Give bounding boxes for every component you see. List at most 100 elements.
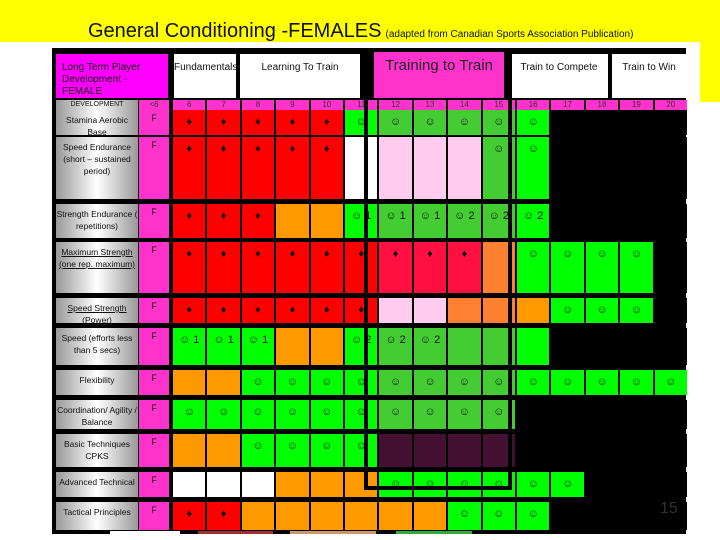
stage-header-4: Train to Compete: [510, 54, 608, 98]
grid-cell: ♦: [310, 110, 343, 135]
row-marker-f: F: [139, 242, 169, 293]
grid-cell: [585, 400, 619, 429]
grid-cell: ☺ 1: [379, 204, 412, 238]
grid-cell: [585, 204, 619, 238]
grid-cell: ♦: [276, 298, 309, 323]
row-marker-f: F: [139, 434, 169, 467]
smiley-icon: ☺: [596, 248, 608, 260]
grid-cell: [379, 298, 412, 323]
grid-cell: [620, 137, 653, 199]
grid-cell: ☺: [345, 434, 378, 467]
grid-cell: [448, 328, 481, 365]
grid-cell: ♦: [207, 137, 240, 199]
diamond-icon: ♦: [220, 508, 227, 520]
grid-cell: ☺: [517, 502, 550, 530]
smiley-icon: ☺: [493, 376, 505, 388]
smiley-icon: ☺ 2: [488, 210, 509, 222]
grid-cell: ☺: [620, 298, 653, 323]
grid-cell: ☺: [448, 110, 481, 135]
grid-cell: ☺: [310, 400, 343, 429]
row-marker-f: F: [139, 137, 169, 199]
smiley-icon: ☺: [355, 440, 367, 452]
row-label: Strength Endurance ( repetitions): [56, 204, 138, 238]
smiley-icon: ☺: [424, 116, 436, 128]
smiley-icon: ☺: [493, 116, 505, 128]
grid-cell: ☺ 1: [413, 204, 447, 238]
grid-cell: [551, 400, 584, 429]
grid-cell: ☺ 2: [517, 204, 550, 238]
diamond-icon: ♦: [289, 248, 296, 260]
smiley-icon: ☺ 2: [419, 334, 441, 346]
grid-cell: ☺: [517, 110, 550, 135]
row-label: Speed (efforts less than 5 secs): [56, 328, 138, 365]
grid-cell: [310, 502, 343, 530]
grid-cell: ☺: [413, 370, 447, 395]
grid-cell: [620, 472, 653, 497]
smiley-icon: ☺: [252, 376, 264, 388]
grid-cell: ☺: [207, 400, 240, 429]
grid-cell: [585, 110, 619, 135]
smiley-icon: ☺: [493, 406, 505, 418]
grid-cell: [345, 137, 378, 199]
grid-cell: [173, 472, 206, 497]
row-marker-f: F: [139, 370, 169, 395]
row-label: Advanced Technical: [56, 472, 138, 497]
diamond-icon: ♦: [255, 248, 261, 260]
smiley-icon: ☺: [389, 406, 402, 418]
grid-cell: [379, 137, 412, 199]
diamond-icon: ♦: [323, 116, 330, 128]
row-marker-f: F: [139, 110, 169, 135]
grid-cell: ♦: [276, 137, 309, 199]
grid-cell: ♦: [345, 242, 378, 293]
grid-cell: ♦: [310, 242, 343, 293]
diamond-icon: ♦: [323, 304, 330, 316]
stage-header-2: Learning To Train: [240, 54, 360, 98]
age-4: 9: [276, 100, 309, 110]
diamond-icon: ♦: [220, 248, 227, 260]
diamond-icon: ♦: [461, 248, 468, 260]
grid-cell: ☺: [241, 400, 275, 429]
diamond-icon: ♦: [392, 248, 399, 260]
diamond-icon: ♦: [186, 143, 192, 155]
grid-cell: ☺ 2: [413, 328, 447, 365]
grid-cell: [413, 298, 447, 323]
grid-cell: ♦: [207, 242, 240, 293]
grid-cell: [241, 502, 275, 530]
grid-cell: [585, 472, 619, 497]
bottom-strip-green: [396, 531, 472, 534]
smiley-icon: ☺: [493, 508, 505, 520]
grid-cell: ♦: [207, 204, 240, 238]
grid-cell: [207, 472, 240, 497]
diamond-icon: ♦: [255, 304, 261, 316]
grid-cell: ☺ 2: [448, 204, 481, 238]
grid-cell: ☺: [517, 370, 550, 395]
age-9: 14: [448, 100, 481, 110]
grid-cell: [654, 328, 687, 365]
diamond-icon: ♦: [323, 248, 330, 260]
age-3: 8: [241, 100, 275, 110]
grid-cell: ☺: [413, 110, 447, 135]
smiley-icon: ☺: [252, 406, 264, 418]
smiley-icon: ☺ 2: [350, 334, 372, 346]
grid-cell: ☺ 2: [379, 328, 412, 365]
grid-cell: ☺: [482, 502, 515, 530]
grid-cell: ☺: [551, 298, 584, 323]
smiley-icon: ☺: [424, 406, 436, 418]
grid-cell: ☺: [482, 110, 515, 135]
grid-cell: ☺: [413, 400, 447, 429]
smiley-icon: ☺: [458, 376, 470, 388]
grid-cell: [482, 242, 515, 293]
smiley-icon: ☺: [389, 478, 402, 490]
grid-cell: [413, 137, 447, 199]
diamond-icon: ♦: [255, 210, 261, 222]
grid-cell: [276, 502, 309, 530]
grid-cell: [620, 110, 653, 135]
grid-cell: [551, 434, 584, 467]
grid-cell: [654, 242, 687, 293]
grid-cell: ☺: [241, 434, 275, 467]
grid-cell: ♦: [207, 110, 240, 135]
grid-cell: ☺: [276, 400, 309, 429]
grid-cell: ☺: [173, 400, 206, 429]
age-row-label: DEVELOPMENT: [56, 100, 138, 110]
grid-cell: ☺: [413, 472, 447, 497]
